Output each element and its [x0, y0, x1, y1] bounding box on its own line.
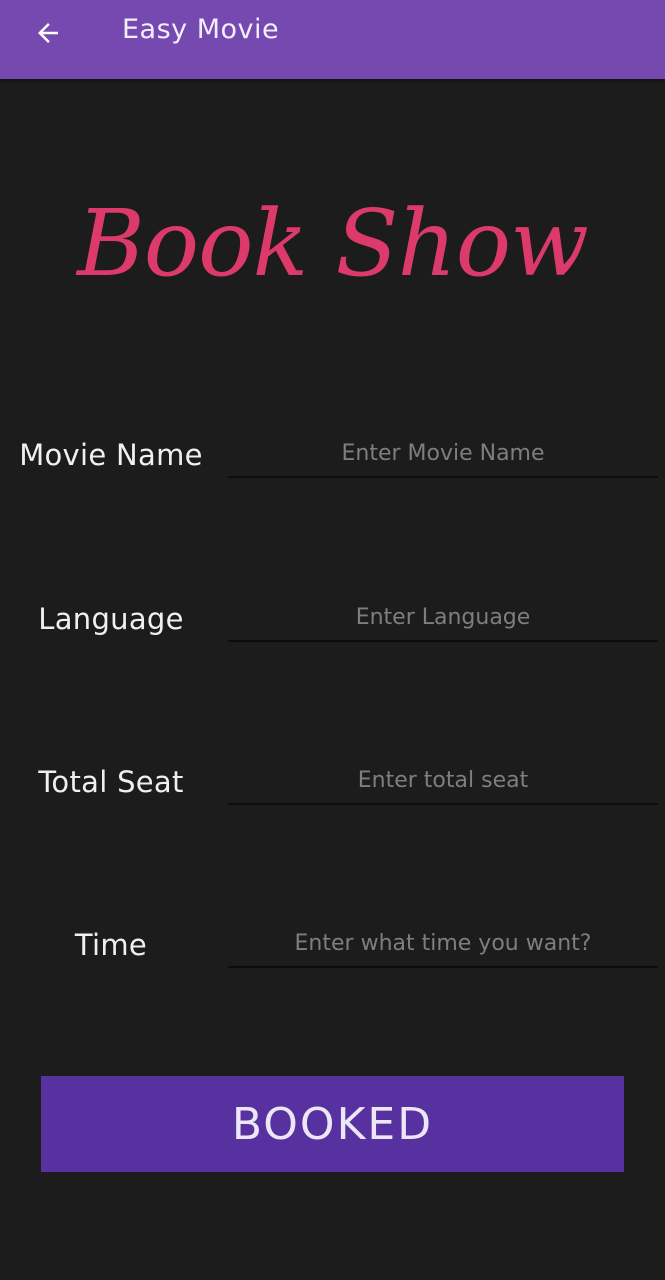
total-seat-row: Total Seat: [0, 743, 665, 823]
app-title: Easy Movie: [122, 14, 280, 45]
total-seat-input[interactable]: [228, 757, 658, 805]
language-label: Language: [38, 602, 184, 636]
movie-name-row: Movie Name: [0, 416, 665, 496]
arrow-left-icon: [38, 23, 58, 43]
app-bar: Easy Movie: [0, 0, 665, 79]
language-input[interactable]: [228, 594, 658, 642]
movie-name-input[interactable]: [228, 430, 658, 478]
movie-name-label: Movie Name: [19, 438, 203, 472]
total-seat-label: Total Seat: [38, 765, 184, 799]
time-row: Time: [0, 906, 665, 986]
time-input[interactable]: [228, 920, 658, 968]
time-label: Time: [74, 928, 148, 962]
back-button[interactable]: [22, 10, 74, 56]
booked-button[interactable]: BOOKED: [41, 1076, 624, 1172]
language-row: Language: [0, 580, 665, 660]
page-title: Book Show: [77, 190, 589, 297]
